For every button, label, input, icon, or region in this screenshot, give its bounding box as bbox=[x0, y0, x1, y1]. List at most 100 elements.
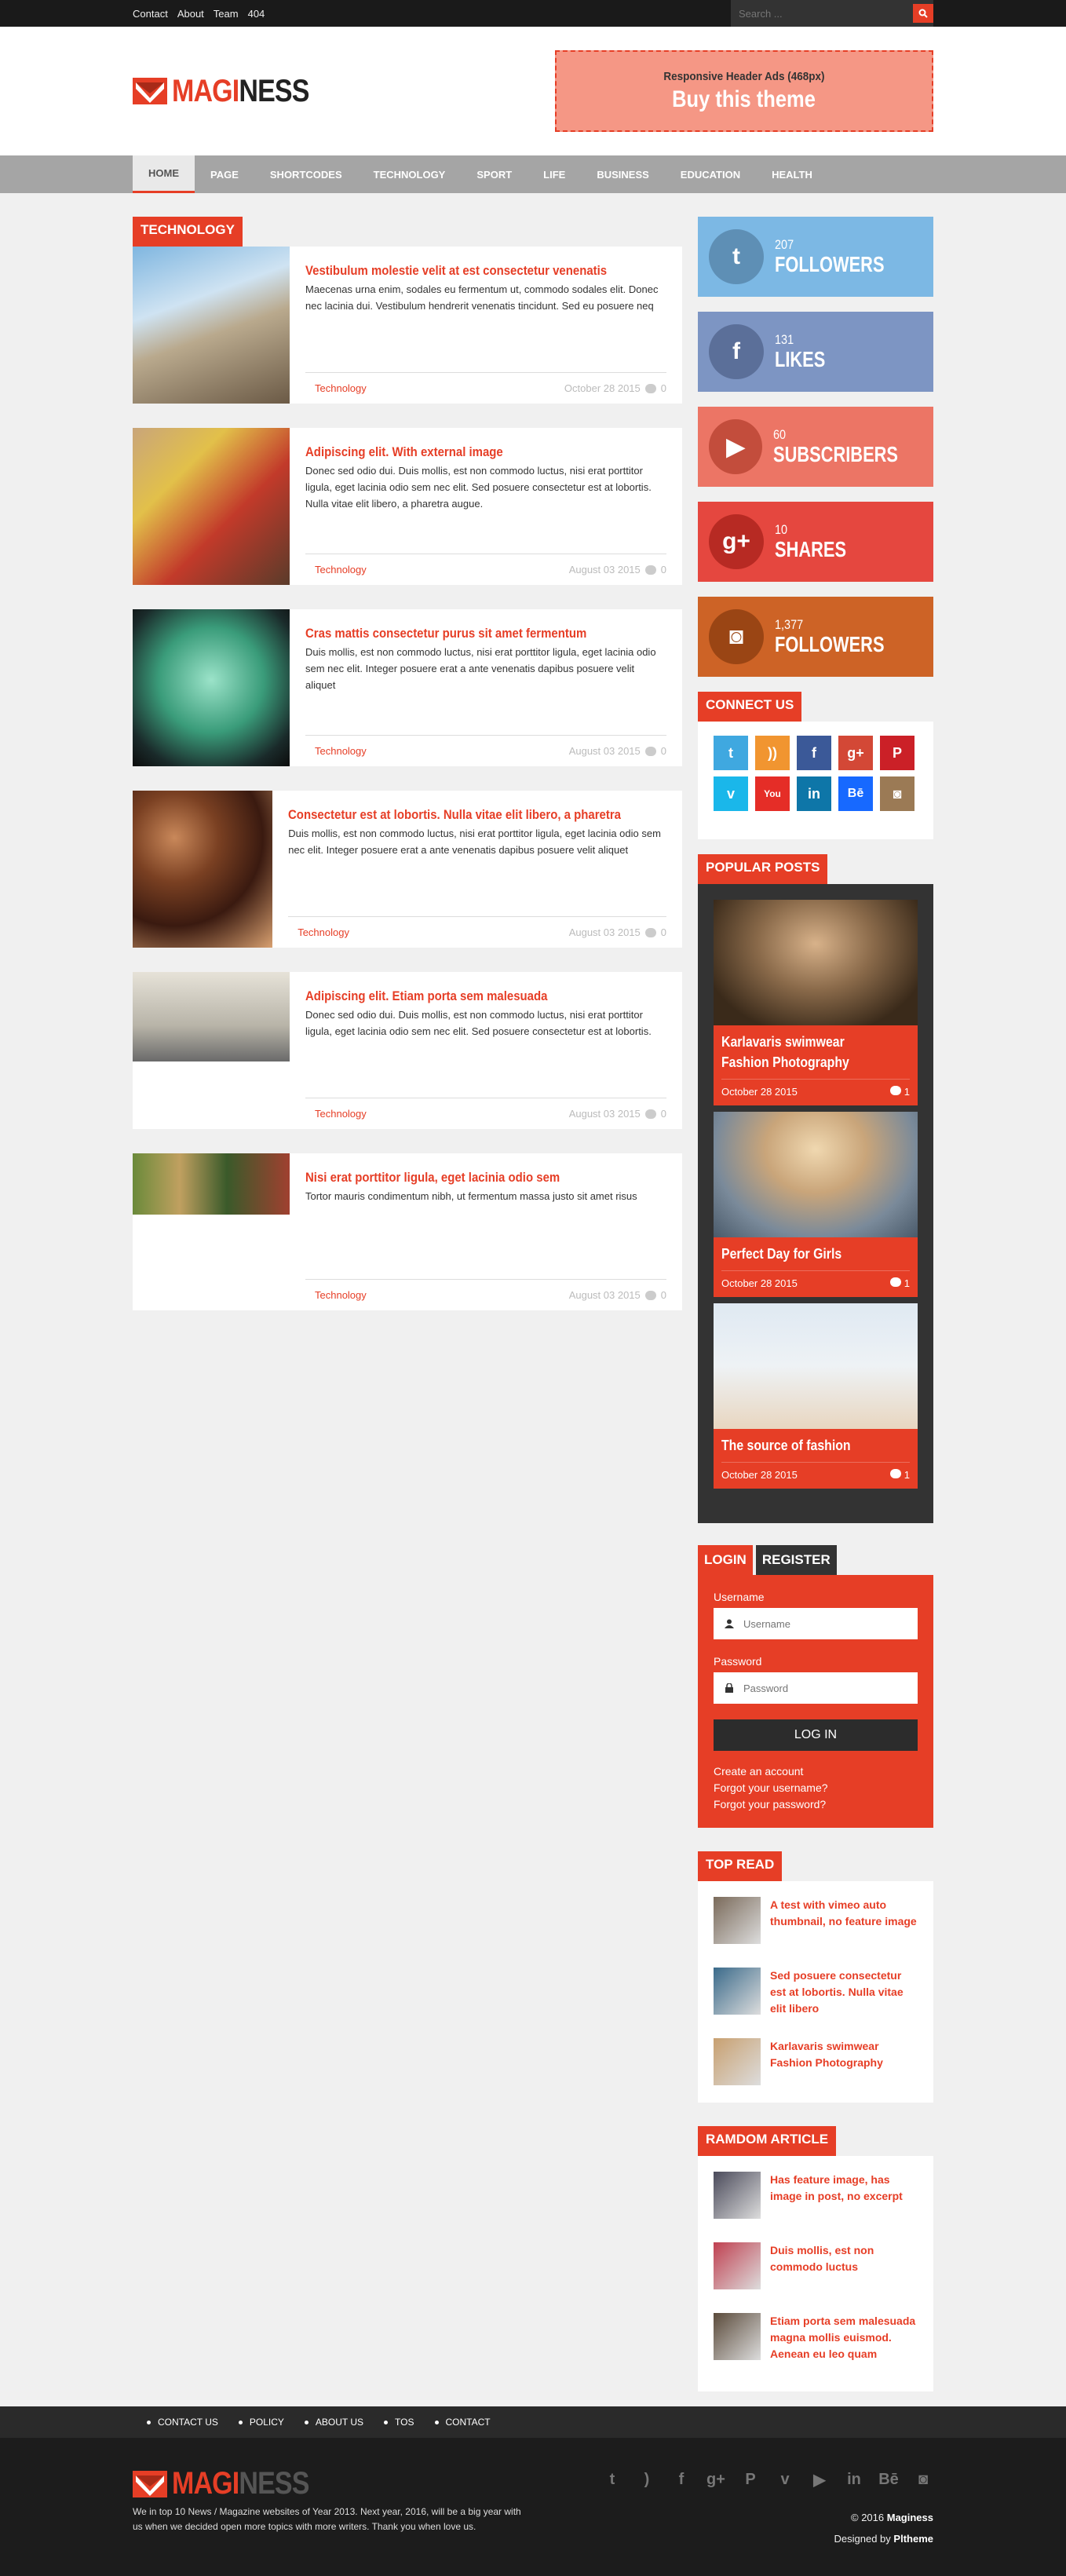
list-item[interactable]: Sed posuere consectetur est at lobortis.… bbox=[714, 1968, 918, 2038]
footer-link-contact[interactable]: CONTACT bbox=[435, 2417, 491, 2428]
popular-post[interactable]: Karlavaris swimwear Fashion Photography … bbox=[714, 900, 918, 1105]
post-category[interactable]: Technology bbox=[315, 1108, 367, 1120]
popular-post-title[interactable]: The source of fashion bbox=[721, 1435, 887, 1456]
linkedin-icon[interactable]: in bbox=[797, 776, 831, 811]
comment-count[interactable]: 1 bbox=[904, 1086, 910, 1098]
comment-count[interactable]: 0 bbox=[661, 564, 666, 575]
list-item-title[interactable]: A test with vimeo auto thumbnail, no fea… bbox=[770, 1897, 918, 1968]
google-plus-icon[interactable]: g+ bbox=[838, 736, 873, 770]
vimeo-icon[interactable]: v bbox=[775, 2469, 795, 2490]
comment-count[interactable]: 0 bbox=[661, 745, 666, 757]
footer-link-tos[interactable]: TOS bbox=[384, 2417, 414, 2428]
list-item-thumbnail[interactable] bbox=[714, 1968, 761, 2015]
youtube-icon[interactable]: ▶ bbox=[809, 2469, 830, 2490]
comment-count[interactable]: 0 bbox=[661, 1289, 666, 1301]
list-item[interactable]: Has feature image, has image in post, no… bbox=[714, 2172, 918, 2242]
footer-link-policy[interactable]: POLICY bbox=[239, 2417, 284, 2428]
list-item[interactable]: Etiam porta sem malesuada magna mollis e… bbox=[714, 2313, 918, 2384]
tab-register[interactable]: REGISTER bbox=[755, 1545, 837, 1575]
rss-icon[interactable]: ) bbox=[637, 2469, 657, 2490]
popular-post-title[interactable]: Karlavaris swimwear Fashion Photography bbox=[721, 1032, 887, 1072]
forgot-username-link[interactable]: Forgot your username? bbox=[714, 1780, 918, 1796]
list-item-title[interactable]: Sed posuere consectetur est at lobortis.… bbox=[770, 1968, 918, 2038]
popular-post-image[interactable] bbox=[714, 900, 918, 1025]
post-category[interactable]: Technology bbox=[315, 382, 367, 394]
nav-item-shortcodes[interactable]: SHORTCODES bbox=[254, 155, 358, 193]
comment-count[interactable]: 0 bbox=[661, 382, 666, 394]
list-item-thumbnail[interactable] bbox=[714, 2242, 761, 2289]
list-item-thumbnail[interactable] bbox=[714, 2172, 761, 2219]
list-item-title[interactable]: Duis mollis, est non commodo luctus bbox=[770, 2242, 918, 2313]
top-link-team[interactable]: Team bbox=[214, 8, 239, 20]
facebook-icon[interactable]: f bbox=[797, 736, 831, 770]
post-category[interactable]: Technology bbox=[315, 564, 367, 575]
social-counter-twitter[interactable]: t 207 FOLLOWERS bbox=[698, 217, 933, 297]
search-input[interactable] bbox=[739, 7, 904, 20]
top-link-contact[interactable]: Contact bbox=[133, 8, 168, 20]
post-category[interactable]: Technology bbox=[315, 745, 367, 757]
instagram-icon[interactable]: ◙ bbox=[913, 2469, 933, 2490]
username-input[interactable] bbox=[743, 1617, 900, 1630]
comment-count[interactable]: 1 bbox=[904, 1469, 910, 1481]
pinterest-icon[interactable]: P bbox=[880, 736, 914, 770]
comment-count[interactable]: 1 bbox=[904, 1277, 910, 1289]
list-item[interactable]: A test with vimeo auto thumbnail, no fea… bbox=[714, 1897, 918, 1968]
post-thumbnail[interactable] bbox=[133, 428, 290, 585]
post-title[interactable]: Cras mattis consectetur purus sit amet f… bbox=[305, 625, 623, 642]
footer-link-about-us[interactable]: ABOUT US bbox=[305, 2417, 363, 2428]
post-thumbnail[interactable] bbox=[133, 247, 290, 404]
comment-count[interactable]: 0 bbox=[661, 926, 666, 938]
site-logo[interactable]: MAGINESS bbox=[133, 74, 333, 109]
behance-icon[interactable]: Bē bbox=[838, 776, 873, 811]
list-item-title[interactable]: Etiam porta sem malesuada magna mollis e… bbox=[770, 2313, 918, 2384]
nav-item-life[interactable]: LIFE bbox=[528, 155, 581, 193]
twitter-icon[interactable]: t bbox=[714, 736, 748, 770]
post-category[interactable]: Technology bbox=[315, 1289, 367, 1301]
create-account-link[interactable]: Create an account bbox=[714, 1763, 918, 1780]
social-counter-facebook[interactable]: f 131 LIKES bbox=[698, 312, 933, 392]
google-plus-icon[interactable]: g+ bbox=[706, 2469, 726, 2490]
password-input[interactable] bbox=[743, 1682, 900, 1694]
pinterest-icon[interactable]: P bbox=[740, 2469, 761, 2490]
forgot-password-link[interactable]: Forgot your password? bbox=[714, 1796, 918, 1813]
popular-post-title[interactable]: Perfect Day for Girls bbox=[721, 1244, 887, 1264]
top-link-404[interactable]: 404 bbox=[248, 8, 265, 20]
nav-item-technology[interactable]: TECHNOLOGY bbox=[358, 155, 462, 193]
nav-item-health[interactable]: HEALTH bbox=[756, 155, 828, 193]
list-item[interactable]: Duis mollis, est non commodo luctus bbox=[714, 2242, 918, 2313]
popular-post[interactable]: Perfect Day for Girls October 28 2015 1 bbox=[714, 1112, 918, 1297]
list-item[interactable]: Karlavaris swimwear Fashion Photography bbox=[714, 2038, 918, 2109]
comment-count[interactable]: 0 bbox=[661, 1108, 666, 1120]
instagram-icon[interactable]: ◙ bbox=[880, 776, 914, 811]
list-item-thumbnail[interactable] bbox=[714, 1897, 761, 1944]
twitter-icon[interactable]: t bbox=[602, 2469, 622, 2490]
designer-link[interactable]: Pltheme bbox=[893, 2533, 933, 2545]
list-item-thumbnail[interactable] bbox=[714, 2313, 761, 2360]
behance-icon[interactable]: Bē bbox=[878, 2469, 899, 2490]
social-counter-youtube[interactable]: ▶ 60 SUBSCRIBERS bbox=[698, 407, 933, 487]
post-thumbnail[interactable] bbox=[133, 972, 290, 1129]
nav-item-page[interactable]: PAGE bbox=[195, 155, 254, 193]
list-item-title[interactable]: Has feature image, has image in post, no… bbox=[770, 2172, 918, 2242]
nav-item-home[interactable]: HOME bbox=[133, 155, 195, 193]
footer-link-contact-us[interactable]: CONTACT US bbox=[147, 2417, 218, 2428]
youtube-icon[interactable]: You bbox=[755, 776, 790, 811]
header-ad[interactable]: Responsive Header Ads (468px) Buy this t… bbox=[555, 50, 933, 132]
post-thumbnail[interactable] bbox=[133, 1153, 290, 1310]
login-button[interactable]: LOG IN bbox=[714, 1719, 918, 1751]
popular-post-image[interactable] bbox=[714, 1112, 918, 1237]
post-thumbnail[interactable] bbox=[133, 791, 273, 948]
post-title[interactable]: Nisi erat porttitor ligula, eget lacinia… bbox=[305, 1169, 623, 1186]
social-counter-google-plus[interactable]: g+ 10 SHARES bbox=[698, 502, 933, 582]
popular-post[interactable]: The source of fashion October 28 2015 1 bbox=[714, 1303, 918, 1489]
vimeo-icon[interactable]: v bbox=[714, 776, 748, 811]
linkedin-icon[interactable]: in bbox=[844, 2469, 864, 2490]
tab-login[interactable]: LOGIN bbox=[698, 1545, 753, 1575]
top-link-about[interactable]: About bbox=[177, 8, 204, 20]
post-title[interactable]: Consectetur est at lobortis. Nulla vitae… bbox=[288, 806, 621, 824]
facebook-icon[interactable]: f bbox=[671, 2469, 692, 2490]
list-item-title[interactable]: Karlavaris swimwear Fashion Photography bbox=[770, 2038, 918, 2109]
search-button[interactable] bbox=[913, 4, 933, 23]
social-counter-instagram[interactable]: ◙ 1,377 FOLLOWERS bbox=[698, 597, 933, 677]
popular-post-image[interactable] bbox=[714, 1303, 918, 1429]
